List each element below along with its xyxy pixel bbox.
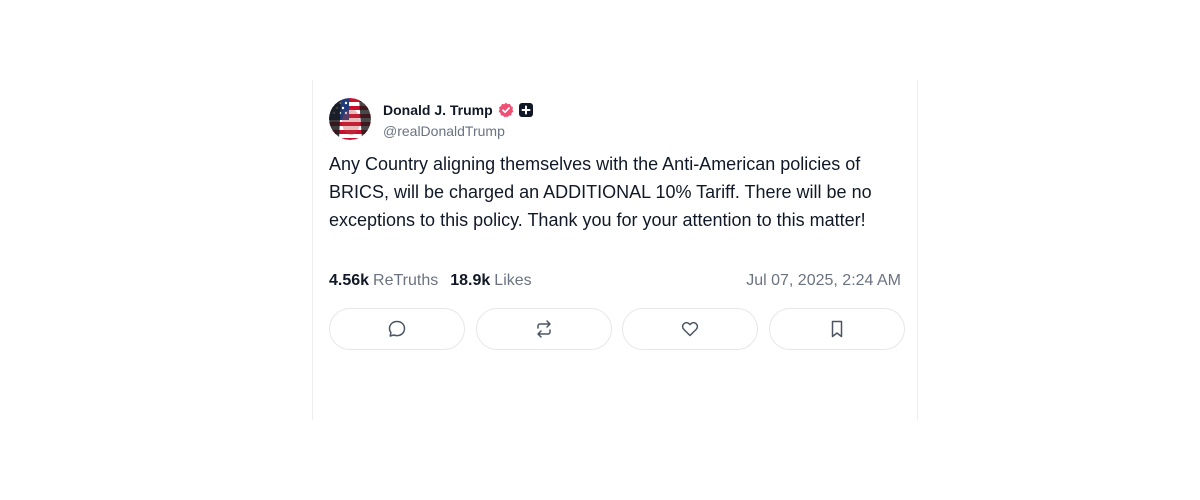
author-display-name[interactable]: Donald J. Trump	[383, 102, 493, 118]
likes-stat[interactable]: 18.9k Likes	[450, 272, 531, 290]
post-stats: 4.56k ReTruths 18.9k Likes Jul 07, 2025,…	[329, 270, 901, 292]
page: Donald J. Trump @realDonaldTrump Any Cou…	[0, 0, 1200, 500]
likes-count: 18.9k	[450, 272, 491, 289]
like-button[interactable]	[622, 308, 759, 350]
author-handle[interactable]: @realDonaldTrump	[383, 123, 533, 139]
plus-badge-icon	[518, 103, 533, 117]
post-card: Donald J. Trump @realDonaldTrump Any Cou…	[312, 80, 918, 420]
retruths-count: 4.56k	[329, 272, 370, 289]
repost-icon	[536, 320, 551, 338]
retruth-button[interactable]	[475, 308, 612, 350]
reply-button[interactable]	[329, 308, 465, 350]
retruths-stat[interactable]: 4.56k ReTruths	[329, 272, 438, 290]
post-timestamp[interactable]: Jul 07, 2025, 2:24 AM	[746, 272, 901, 290]
avatar-flag-image	[329, 98, 371, 140]
action-bar	[329, 308, 905, 350]
retruths-label: ReTruths	[373, 272, 439, 289]
bookmark-button[interactable]	[768, 308, 905, 350]
verified-badge-icon	[498, 102, 514, 118]
comment-icon	[388, 320, 406, 337]
bookmark-icon	[831, 320, 843, 338]
author-names: Donald J. Trump @realDonaldTrump	[383, 99, 533, 139]
post-text: Any Country aligning themselves with the…	[329, 154, 872, 230]
name-row: Donald J. Trump	[383, 99, 533, 121]
heart-icon	[682, 321, 699, 337]
post-header: Donald J. Trump @realDonaldTrump	[329, 96, 533, 142]
avatar[interactable]	[329, 98, 371, 140]
likes-label: Likes	[494, 272, 532, 289]
